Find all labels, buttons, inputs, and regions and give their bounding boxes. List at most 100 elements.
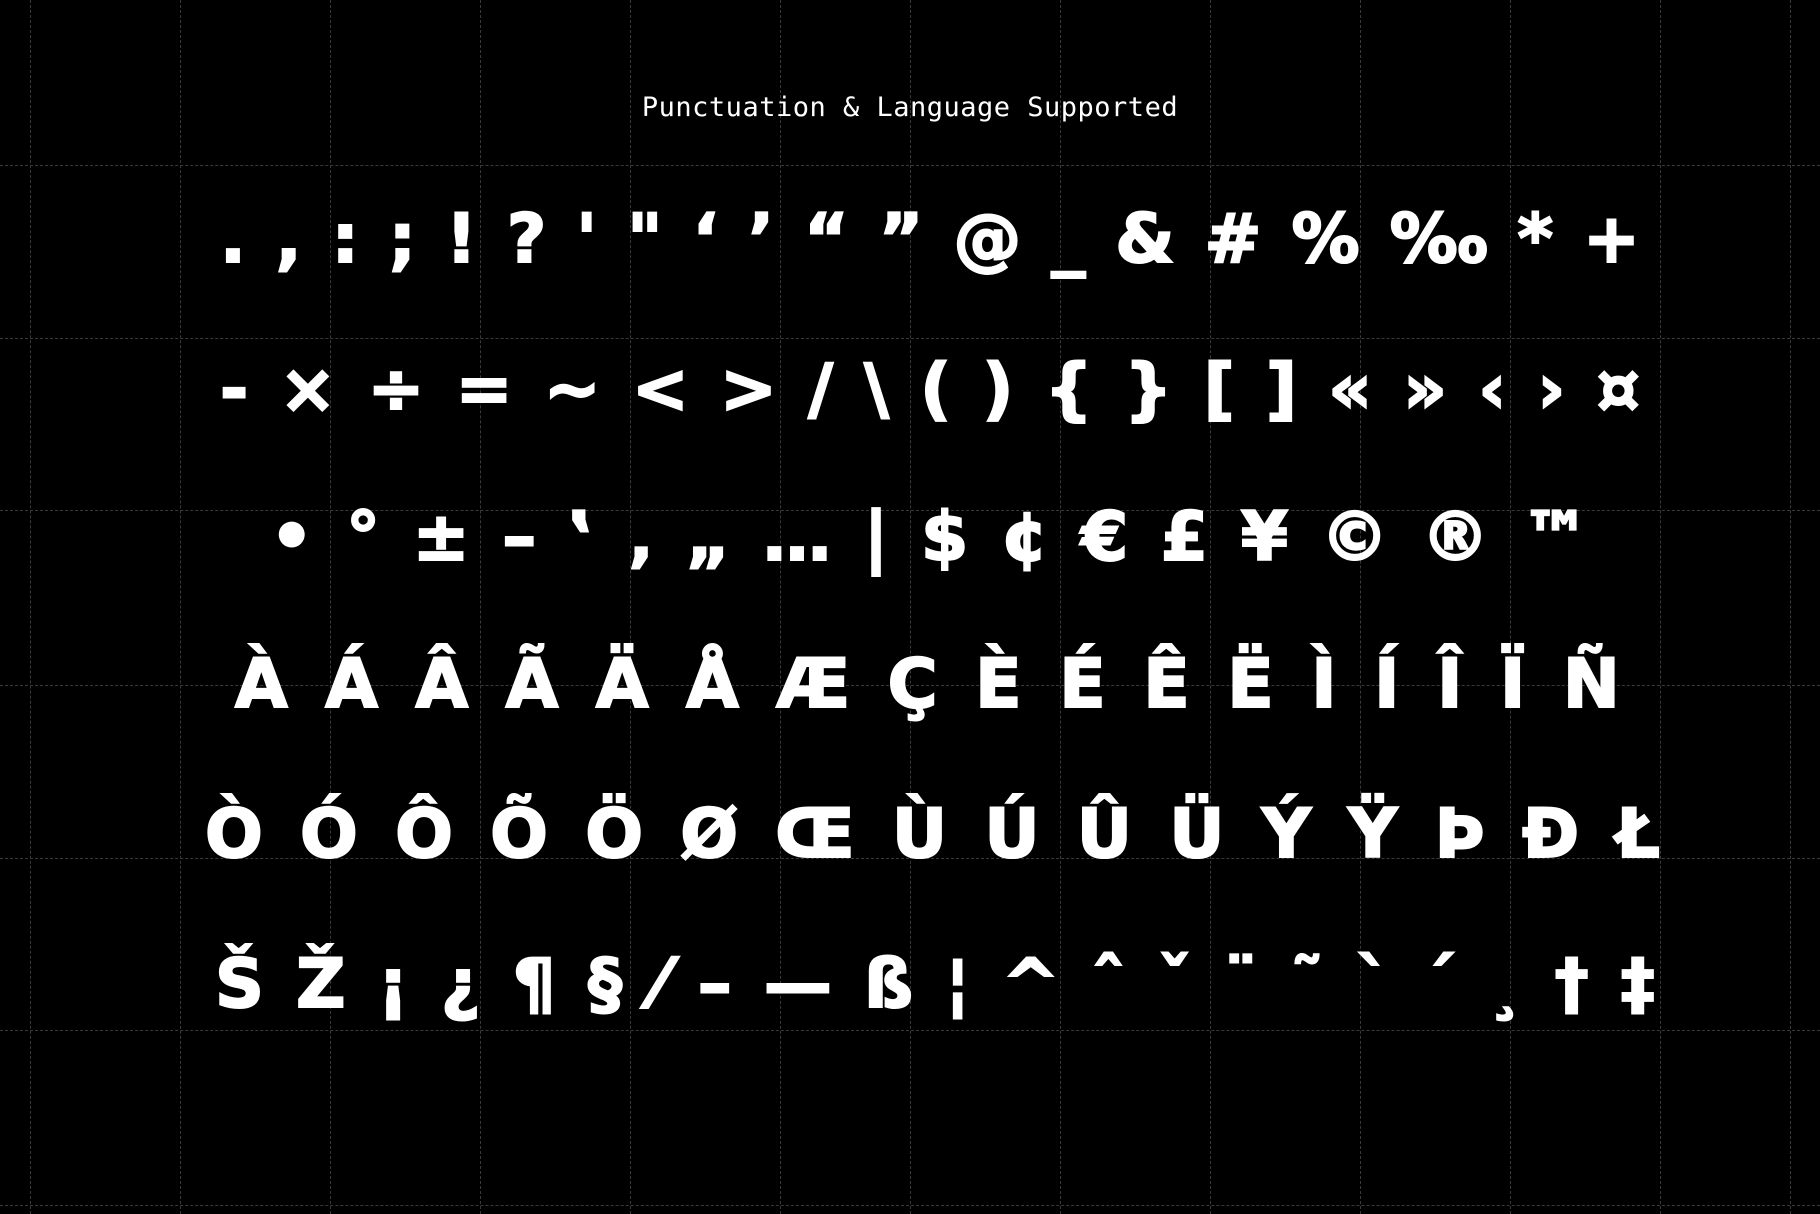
glyph: × <box>278 350 337 429</box>
glyph: " <box>626 200 663 279</box>
glyph: À <box>234 645 289 724</box>
glyph-row-4: ÀÁÂÃÄÅÆÇÈÉÊËÌÍÎÏÑ <box>234 625 1621 745</box>
glyph: Ý <box>1261 795 1312 874</box>
glyph: Ñ <box>1562 645 1621 724</box>
glyph: Å <box>685 645 740 724</box>
glyph: Â <box>414 645 469 724</box>
glyph: Ì <box>1310 645 1337 724</box>
glyph: Ô <box>394 795 454 874</box>
glyph: « <box>1327 350 1373 429</box>
glyph: ’ <box>747 200 775 279</box>
glyph: Ø <box>679 795 739 874</box>
glyph: — <box>763 945 833 1024</box>
glyph: ‚ <box>626 498 654 577</box>
glyph: Ú <box>983 795 1040 874</box>
glyph: ± <box>412 498 471 577</box>
glyph: ( <box>919 350 952 429</box>
glyph: Í <box>1373 645 1400 724</box>
glyph: ¶ <box>512 945 557 1024</box>
glyph: ¢ <box>1000 498 1049 577</box>
glyph: Î <box>1436 645 1463 724</box>
glyph: ~ <box>543 350 602 429</box>
glyph: ´ <box>1421 945 1457 1024</box>
glyph: Ã <box>505 645 560 724</box>
glyph: © <box>1320 498 1390 577</box>
glyph: ˇ <box>1157 945 1193 1024</box>
glyph: £ <box>1160 498 1209 577</box>
glyph: Ó <box>299 795 359 874</box>
glyph: ¥ <box>1240 498 1289 577</box>
glyph: ” <box>878 200 925 279</box>
glyph: ^ <box>1001 945 1060 1024</box>
glyph: ! <box>445 200 478 279</box>
glyph: [ <box>1203 350 1236 429</box>
page-title: Punctuation & Language Supported <box>641 92 1179 123</box>
glyph: { <box>1044 350 1094 429</box>
glyph: € <box>1080 498 1129 577</box>
glyph: ® <box>1420 498 1490 577</box>
glyph: ] <box>1265 350 1298 429</box>
glyph: @ <box>952 200 1022 279</box>
glyph-row-3: • ° ± – ‛ ‚ „ … | $ ¢ € £ ¥ © ® ™ <box>269 478 1591 598</box>
glyph: < <box>631 350 690 429</box>
glyph: Û <box>1076 795 1133 874</box>
glyph-row-6: Š Ž ¡ ¿ ¶ § ⁄ – — ß ¦ ^ ˆ ˇ ¨ ˜ ` ´ ¸ † ‡ <box>214 925 1656 1045</box>
glyph: | <box>863 498 890 577</box>
glyph: ™ <box>1521 498 1591 577</box>
glyph: ? <box>506 200 547 279</box>
glyph: $ <box>920 498 969 577</box>
glyph: ¡ <box>377 945 410 1024</box>
glyph-row-2: - × ÷ = ~ < > / \ () {} [] « » ‹ › ¤ <box>219 330 1641 450</box>
glyph: % <box>1290 200 1360 279</box>
glyph: - <box>219 350 249 429</box>
glyph: Ð <box>1521 795 1580 874</box>
glyph: Ò <box>204 795 264 874</box>
glyph: ‡ <box>1620 945 1656 1024</box>
glyph: – <box>501 498 537 577</box>
glyph: Ï <box>1499 645 1526 724</box>
glyph: † <box>1554 945 1590 1024</box>
glyph: ¿ <box>440 945 481 1024</box>
glyph: ¤ <box>1596 350 1641 429</box>
glyph: Š <box>214 945 265 1024</box>
glyph: ˜ <box>1289 945 1325 1024</box>
glyph-row-5: ÒÓÔÕÖØŒÙÚÛÜÝŸÞÐŁ <box>204 775 1661 895</box>
glyph: Ö <box>584 795 644 874</box>
glyph: + <box>1582 200 1641 279</box>
glyph: \ <box>863 350 890 429</box>
glyph: ¨ <box>1223 945 1259 1024</box>
glyph: ; <box>388 200 417 279</box>
glyph: › <box>1536 350 1566 429</box>
glyph: Ü <box>1168 795 1225 874</box>
glyph: ⁄ <box>653 945 666 1024</box>
glyph: ¦ <box>944 945 971 1024</box>
glyph: Ÿ <box>1347 795 1398 874</box>
glyph: = <box>455 350 514 429</box>
glyph: # <box>1204 200 1263 279</box>
glyph: ' <box>575 200 598 279</box>
glyph: Œ <box>774 795 855 874</box>
glyph: ‛ <box>568 498 596 577</box>
glyph: „ <box>685 498 732 577</box>
glyph: , <box>275 200 303 279</box>
glyph: … <box>762 498 832 577</box>
glyph: ` <box>1355 945 1391 1024</box>
glyph: } <box>1123 350 1173 429</box>
glyph: È <box>974 645 1022 724</box>
glyph: “ <box>803 200 850 279</box>
glyph: ¸ <box>1488 945 1524 1024</box>
glyph: > <box>719 350 778 429</box>
glyph: – <box>697 945 733 1024</box>
glyph: § <box>587 945 623 1024</box>
glyph: ˆ <box>1090 945 1126 1024</box>
glyph: ‰ <box>1389 200 1489 279</box>
glyph: : <box>331 200 360 279</box>
glyph: Ä <box>595 645 650 724</box>
glyph: Õ <box>489 795 549 874</box>
glyph: • <box>269 498 314 577</box>
glyph: / <box>807 350 834 429</box>
glyph: Þ <box>1434 795 1486 874</box>
glyph: ‘ <box>691 200 719 279</box>
glyph: ° <box>345 498 381 577</box>
glyph: . <box>219 200 247 279</box>
